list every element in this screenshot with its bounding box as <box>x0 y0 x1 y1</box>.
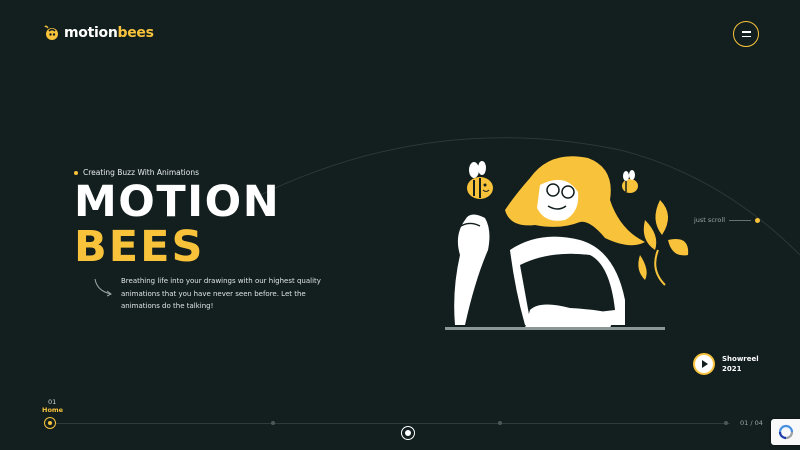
timeline-track <box>50 423 730 424</box>
scroll-hint-dot <box>755 217 761 223</box>
scroll-hint: just scroll <box>694 216 761 224</box>
scroll-hint-text: just scroll <box>694 216 726 224</box>
hero-tagline: Creating Buzz With Animations <box>74 168 199 177</box>
timeline-current-label[interactable]: Home <box>42 406 63 414</box>
hero-title-line1: MOTION <box>74 177 281 227</box>
timeline-current-number: 01 <box>48 398 57 406</box>
play-icon[interactable] <box>693 353 715 375</box>
hero-illustration <box>445 156 689 330</box>
timeline-dot-home[interactable] <box>44 417 56 429</box>
timeline-dot-3[interactable] <box>498 421 502 425</box>
tagline-dot <box>74 170 78 175</box>
showreel-year: 2021 <box>722 365 742 373</box>
showreel-label: Showreel <box>722 355 759 363</box>
showreel-text: Showreel 2021 <box>722 354 759 374</box>
timeline-dot-2[interactable] <box>271 421 275 425</box>
hero-description: Breathing life into your drawings with o… <box>121 277 321 310</box>
hero-title: MOTION BEES <box>74 180 280 270</box>
slide-pager: 01 / 04 <box>740 419 763 427</box>
curved-arrow-icon <box>94 278 112 297</box>
recaptcha-icon <box>778 424 793 440</box>
tagline-text: Creating Buzz With Animations <box>83 168 200 177</box>
recaptcha-badge[interactable] <box>771 419 800 445</box>
hero-title-line2: BEES <box>74 222 205 272</box>
scroll-indicator[interactable] <box>401 426 415 440</box>
timeline-dot-4[interactable] <box>724 421 728 425</box>
scroll-hint-line <box>729 219 752 221</box>
showreel-button[interactable]: Showreel 2021 <box>693 353 759 375</box>
